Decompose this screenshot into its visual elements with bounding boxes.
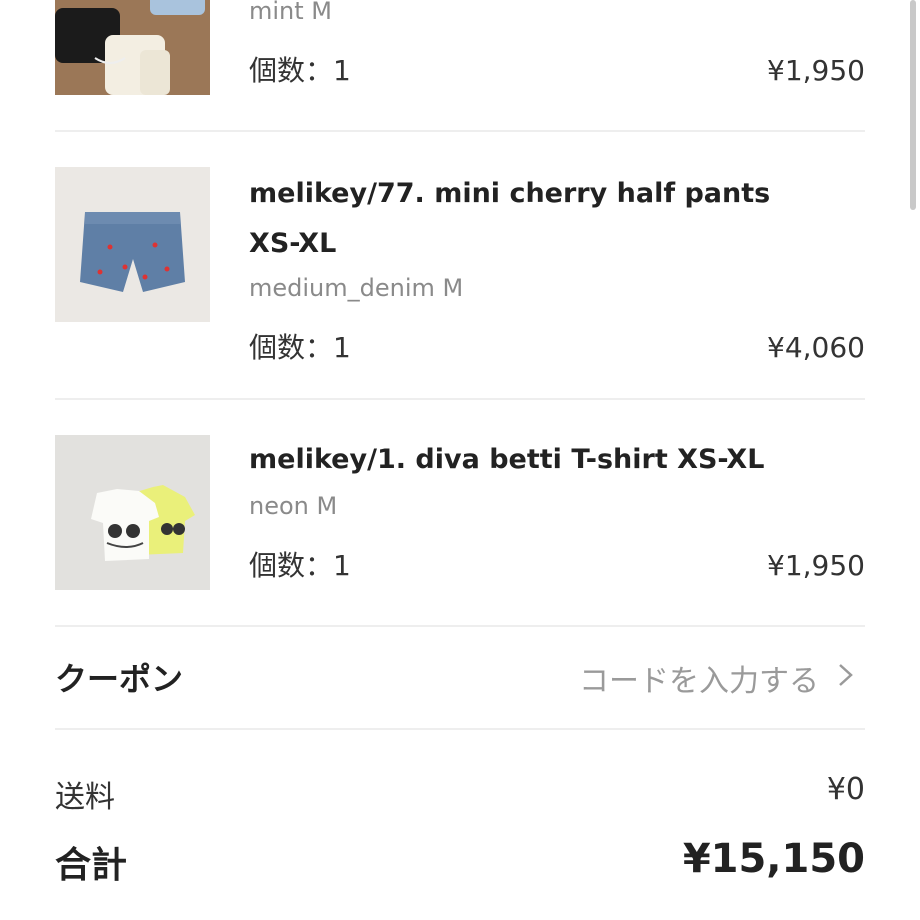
cart-item: mint M 個数：1 ¥1,950 xyxy=(55,0,865,100)
cart-item: melikey/1. diva betti T-shirt XS-XL neon… xyxy=(55,435,865,595)
divider xyxy=(55,625,865,627)
coupon-code-link[interactable]: コードを入力する xyxy=(579,656,819,700)
item-price: ¥4,060 xyxy=(767,331,865,364)
product-photo-knit-shorts xyxy=(55,0,210,95)
item-variant: medium_denim M xyxy=(249,274,464,302)
product-image[interactable] xyxy=(55,435,210,590)
coupon-label: クーポン xyxy=(55,660,184,698)
cart-item: melikey/77. mini cherry half pants XS-XL… xyxy=(55,167,865,367)
item-price: ¥1,950 xyxy=(767,549,865,582)
product-image[interactable] xyxy=(55,0,210,95)
product-image[interactable] xyxy=(55,167,210,322)
shipping-label: 送料 xyxy=(55,780,115,815)
item-variant: mint M xyxy=(249,0,333,25)
shipping-value: ¥0 xyxy=(826,772,865,807)
item-price: ¥1,950 xyxy=(767,54,865,87)
divider xyxy=(55,728,865,730)
item-name[interactable]: melikey/1. diva betti T-shirt XS-XL xyxy=(249,435,809,485)
item-quantity: 個数：1 xyxy=(249,54,351,87)
product-photo-denim-shorts xyxy=(55,167,210,322)
coupon-row[interactable]: クーポン コードを入力する xyxy=(55,648,865,704)
divider xyxy=(55,398,865,400)
product-photo-tshirts xyxy=(55,435,210,590)
item-variant: neon M xyxy=(249,492,338,520)
total-label: 合計 xyxy=(55,845,128,886)
item-quantity: 個数：1 xyxy=(249,549,351,582)
divider xyxy=(55,130,865,132)
item-quantity: 個数：1 xyxy=(249,331,351,364)
chevron-right-icon xyxy=(839,664,853,686)
total-value: ¥15,150 xyxy=(682,836,865,882)
scrollbar[interactable] xyxy=(910,0,916,210)
item-name[interactable]: melikey/77. mini cherry half pants XS-XL xyxy=(249,169,809,269)
